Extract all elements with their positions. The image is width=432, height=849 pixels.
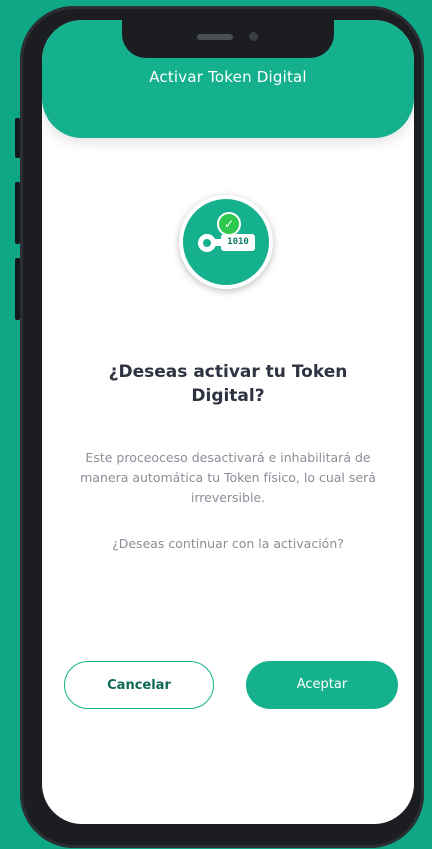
- token-key-icon: 1010 ✓: [179, 195, 273, 289]
- camera-icon: [249, 32, 258, 41]
- cancel-button[interactable]: Cancelar: [64, 661, 214, 709]
- dialog-question: ¿Deseas activar tu Token Digital?: [108, 362, 348, 406]
- dialog-description: Este proceoceso desactivará e inhabilita…: [80, 450, 376, 505]
- page-title: Activar Token Digital: [149, 68, 307, 86]
- speaker-icon: [197, 34, 233, 40]
- check-icon: ✓: [217, 212, 241, 236]
- phone-notch: [122, 20, 334, 58]
- token-code-label: 1010: [221, 234, 255, 251]
- volume-up-button: [15, 182, 20, 244]
- volume-down-button: [15, 258, 20, 320]
- key-hole: [203, 239, 211, 247]
- phone-screen: Activar Token Digital 1010 ✓ ¿Deseas act…: [42, 20, 414, 824]
- accept-button[interactable]: Aceptar: [246, 661, 398, 709]
- dialog-confirm-text: ¿Deseas continuar con la activación?: [112, 536, 344, 551]
- mute-switch: [15, 118, 20, 158]
